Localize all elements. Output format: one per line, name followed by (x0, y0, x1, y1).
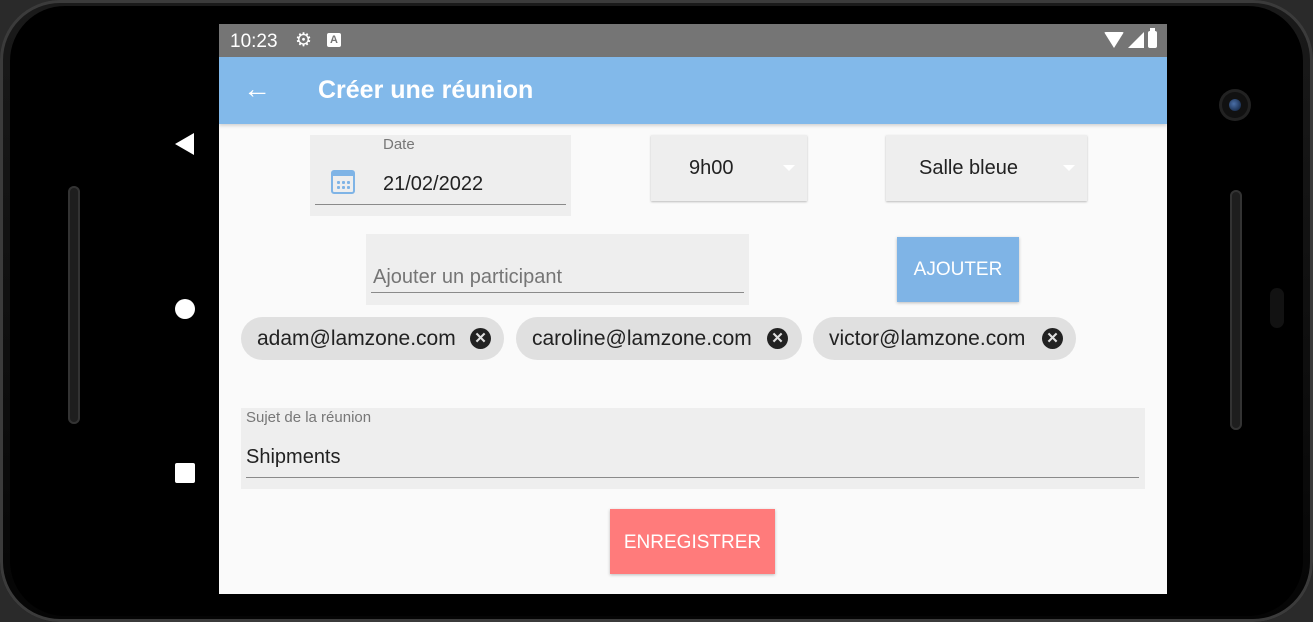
page-title: Créer une réunion (318, 76, 534, 104)
speaker-grille-left (68, 186, 80, 424)
app-bar: ← Créer une réunion (219, 57, 1167, 124)
app-screen: 10:23 ⚙ A ← Créer une réunion Date 21/02… (219, 24, 1167, 594)
nav-home-icon[interactable] (175, 299, 195, 319)
speaker-grille-right (1230, 190, 1242, 430)
date-underline (315, 204, 566, 205)
close-icon[interactable]: ✕ (470, 328, 491, 349)
battery-icon (1148, 28, 1157, 48)
time-select-value: 9h00 (689, 157, 734, 179)
front-camera (1222, 92, 1248, 118)
phone-frame: 10:23 ⚙ A ← Créer une réunion Date 21/02… (0, 0, 1313, 622)
add-participant-button[interactable]: AJOUTER (897, 237, 1019, 302)
signal-icon (1128, 31, 1144, 48)
a-notification-icon: A (327, 33, 341, 47)
status-bar: 10:23 ⚙ A (219, 24, 1167, 57)
participant-chip: adam@lamzone.com ✕ (241, 317, 504, 360)
chevron-down-icon (783, 165, 795, 171)
participant-underline (371, 292, 744, 293)
room-select-value: Salle bleue (919, 157, 1018, 179)
participant-chip: caroline@lamzone.com ✕ (516, 317, 802, 360)
participant-input[interactable] (371, 262, 745, 292)
close-icon[interactable]: ✕ (1042, 328, 1063, 349)
subject-label: Sujet de la réunion (246, 409, 372, 426)
chip-email: caroline@lamzone.com (532, 327, 752, 350)
date-value[interactable]: 21/02/2022 (383, 173, 483, 196)
gear-icon: ⚙ (295, 30, 313, 51)
subject-value[interactable]: Shipments (246, 446, 341, 469)
proximity-sensor (1270, 288, 1284, 328)
status-time: 10:23 (230, 31, 278, 52)
nav-back-icon[interactable] (175, 133, 194, 155)
chevron-down-icon (1063, 165, 1075, 171)
nav-recents-icon[interactable] (175, 463, 195, 483)
room-select[interactable]: Salle bleue (886, 135, 1087, 201)
close-icon[interactable]: ✕ (767, 328, 788, 349)
participant-chip: victor@lamzone.com ✕ (813, 317, 1076, 360)
wifi-icon (1104, 31, 1124, 48)
arrow-left-icon[interactable]: ← (243, 74, 271, 104)
date-label: Date (383, 136, 415, 153)
chip-email: adam@lamzone.com (257, 327, 456, 350)
subject-underline (246, 477, 1139, 478)
time-select[interactable]: 9h00 (651, 135, 807, 201)
calendar-icon[interactable] (331, 170, 355, 194)
save-button[interactable]: ENREGISTRER (610, 509, 775, 574)
chip-email: victor@lamzone.com (829, 327, 1026, 350)
